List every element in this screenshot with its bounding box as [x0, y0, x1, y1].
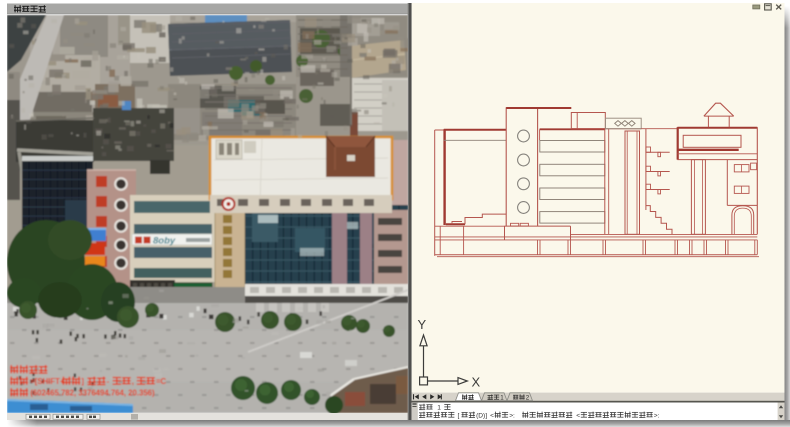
svg-text:<: < — [490, 412, 494, 419]
svg-text:(D)]: (D)] — [476, 412, 487, 419]
svg-text:>:: >: — [654, 412, 660, 419]
svg-text:=[SHIFT+: =[SHIFT+ — [30, 377, 65, 386]
svg-text:Y: Y — [418, 317, 427, 332]
svg-text:]: ] — [81, 377, 84, 386]
svg-text:1: 1 — [437, 405, 441, 412]
svg-text:-: - — [107, 377, 110, 386]
svg-text:1: 1 — [500, 394, 504, 401]
svg-text:8oby: 8oby — [153, 236, 176, 247]
svg-text:X: X — [472, 375, 481, 390]
svg-text:[: [ — [458, 412, 460, 419]
svg-text:2: 2 — [526, 394, 530, 401]
svg-text:(602465.782, 3376494.764, 20.3: (602465.782, 3376494.764, 20.356) — [30, 389, 155, 398]
svg-text:=C: =C — [156, 377, 167, 386]
svg-text:<: < — [576, 412, 580, 419]
svg-text:,: , — [132, 377, 134, 386]
svg-text:>:: >: — [509, 412, 515, 419]
